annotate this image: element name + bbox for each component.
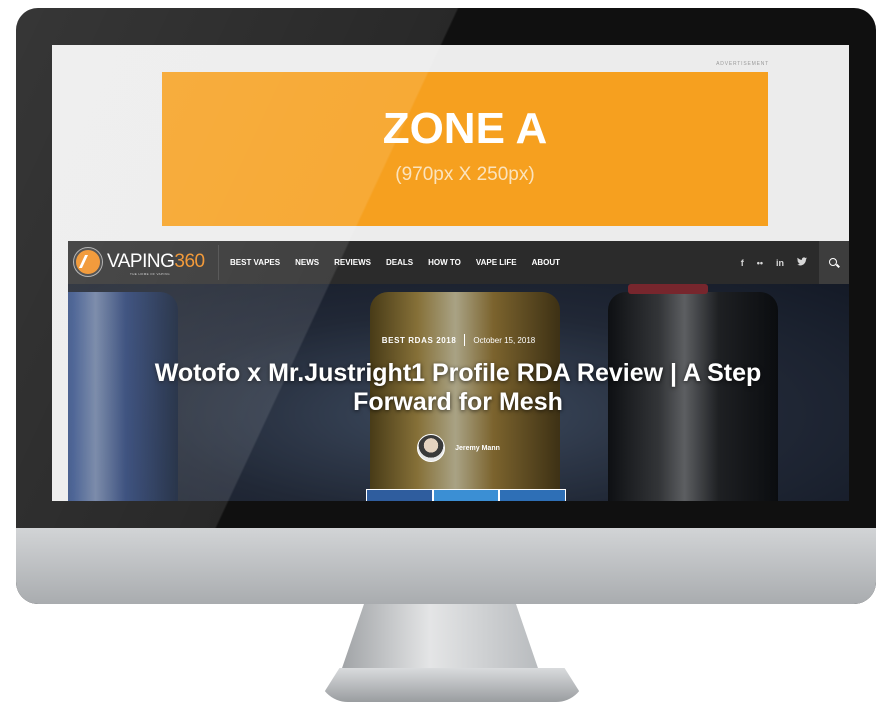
ad-label: ADVERTISEMENT — [716, 61, 769, 67]
article-category[interactable]: BEST RDAS 2018 — [382, 336, 457, 345]
nav-item-reviews[interactable]: REVIEWS — [334, 258, 371, 267]
twitter-bird-glyph — [797, 257, 807, 266]
nav-item-news[interactable]: NEWS — [295, 258, 319, 267]
linkedin-icon[interactable]: in — [776, 258, 784, 268]
author-name[interactable]: Jeremy Mann — [455, 445, 500, 452]
share-facebook-button[interactable] — [366, 489, 433, 501]
social-links: f •• in — [728, 241, 807, 284]
monitor-frame: ADVERTISEMENT ZONE A (970px X 250px) VAP… — [16, 8, 876, 604]
share-linkedin-button[interactable] — [499, 489, 567, 501]
nav-divider — [218, 245, 219, 280]
ad-title: ZONE A — [382, 104, 548, 153]
main-nav: BEST VAPES NEWS REVIEWS DEALS HOW TO VAP… — [230, 241, 575, 284]
meta-divider — [464, 334, 466, 346]
article-author: Jeremy Mann — [68, 434, 849, 462]
article-date: October 15, 2018 — [473, 335, 536, 345]
flickr-icon[interactable]: •• — [757, 258, 763, 268]
logo-number: 360 — [174, 251, 205, 272]
monitor-screen: ADVERTISEMENT ZONE A (970px X 250px) VAP… — [52, 45, 849, 501]
monitor-stand-neck — [340, 604, 540, 674]
search-icon — [829, 257, 837, 266]
nav-item-about[interactable]: ABOUT — [532, 258, 560, 267]
search-button[interactable] — [819, 241, 849, 284]
monitor-chin — [16, 528, 876, 604]
twitter-icon[interactable] — [797, 257, 807, 268]
share-twitter-button[interactable] — [432, 489, 500, 501]
article-hero[interactable]: BEST RDAS 2018 October 15, 2018 Wotofo x… — [68, 284, 849, 501]
logo-icon — [74, 248, 102, 276]
nav-item-best-vapes[interactable]: BEST VAPES — [230, 258, 280, 267]
nav-item-how-to[interactable]: HOW TO — [428, 258, 461, 267]
nav-item-vape-life[interactable]: VAPE LIFE — [476, 258, 517, 267]
facebook-icon[interactable]: f — [741, 258, 744, 268]
nav-item-deals[interactable]: DEALS — [386, 258, 413, 267]
site-navbar: VAPING360 THE HOME OF VAPING BEST VAPES … — [68, 241, 849, 284]
share-buttons — [366, 489, 567, 501]
logo-tagline: THE HOME OF VAPING — [130, 272, 170, 276]
article-title[interactable]: Wotofo x Mr.Justright1 Profile RDA Revie… — [108, 359, 808, 417]
ad-size: (970px X 250px) — [395, 164, 535, 185]
monitor-stand-base — [318, 668, 586, 702]
logo-text: VAPING360 — [107, 251, 205, 273]
logo-word: VAPING — [107, 251, 175, 272]
author-avatar[interactable] — [417, 434, 446, 462]
ad-banner-zone-a[interactable]: ZONE A (970px X 250px) — [162, 72, 768, 226]
article-meta: BEST RDAS 2018 October 15, 2018 — [68, 334, 849, 346]
